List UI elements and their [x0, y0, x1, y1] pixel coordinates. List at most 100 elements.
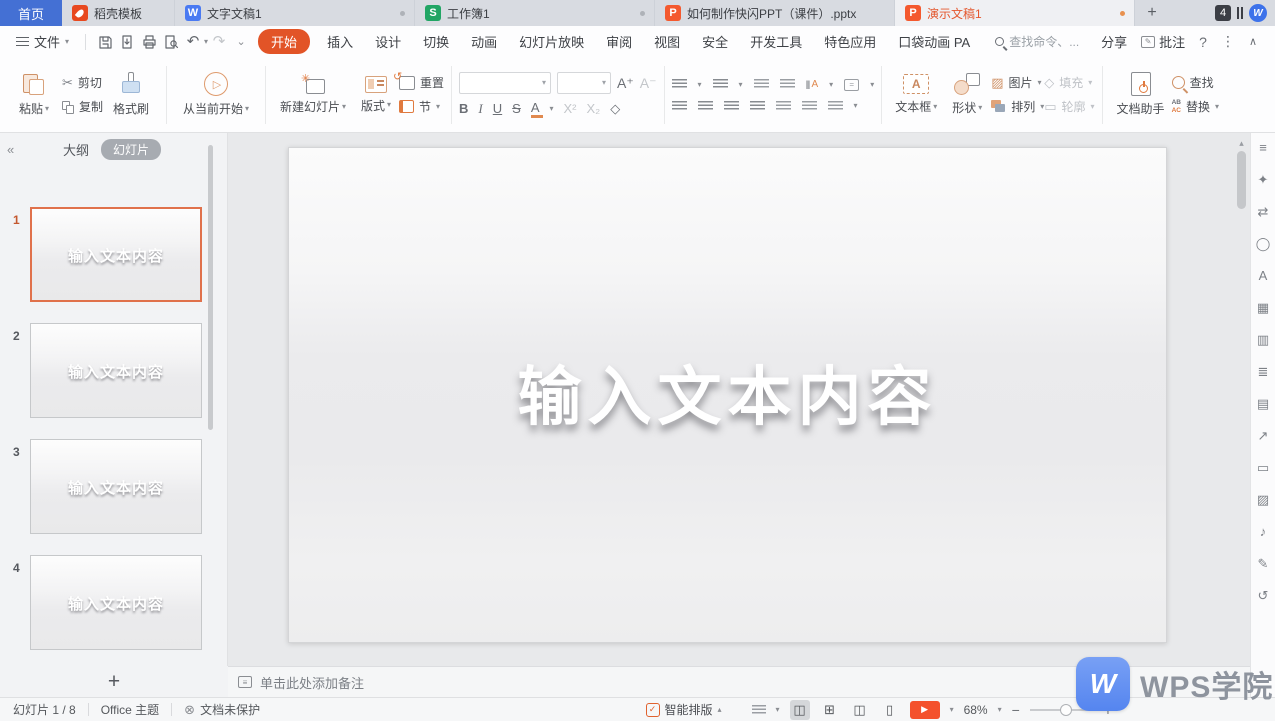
paste-button[interactable]: 粘贴▾	[6, 72, 62, 117]
italic-button[interactable]: I	[478, 101, 482, 117]
textbox-button[interactable]: A 文本框▾	[889, 74, 943, 115]
protection-status[interactable]: 文档未保护	[200, 701, 260, 718]
shrink-font-button[interactable]: A⁻	[640, 75, 657, 92]
underline-button[interactable]: U	[493, 101, 502, 116]
chevron-down-icon[interactable]: ▾	[739, 81, 743, 89]
align-left-button[interactable]	[672, 101, 687, 112]
menu-tab-insert[interactable]: 插入	[316, 32, 364, 51]
zoom-out-button[interactable]: −	[1012, 702, 1020, 718]
decrease-indent-button[interactable]	[754, 79, 769, 90]
menu-tab-review[interactable]: 审阅	[595, 32, 643, 51]
new-tab-button[interactable]: +	[1135, 0, 1169, 26]
layout-rail-icon[interactable]: ▦	[1257, 301, 1269, 314]
transition-icon[interactable]: ⇄	[1258, 205, 1269, 218]
canvas-scrollbar-thumb[interactable]	[1237, 151, 1246, 209]
bold-button[interactable]: B	[459, 101, 468, 116]
chevron-down-icon[interactable]: ▾	[829, 81, 833, 89]
output-button[interactable]	[116, 31, 138, 53]
help-button[interactable]: ?	[1199, 34, 1207, 50]
zoom-level[interactable]: 68%	[964, 703, 988, 717]
current-slide[interactable]: 输入文本内容	[288, 147, 1167, 643]
replace-button[interactable]: ABAC 替换 ▾	[1172, 98, 1219, 115]
format-painter-button[interactable]: 格式刷	[103, 72, 159, 117]
menu-tab-view[interactable]: 视图	[643, 32, 691, 51]
menu-tab-animation[interactable]: 动画	[460, 32, 508, 51]
line-spacing-button[interactable]	[802, 101, 817, 112]
bullets-button[interactable]	[672, 79, 687, 90]
menu-tab-design[interactable]: 设计	[364, 32, 412, 51]
menu-tab-transition[interactable]: 切换	[412, 32, 460, 51]
rail-menu-icon[interactable]: ≡	[1259, 141, 1267, 154]
font-size-select[interactable]: ▾	[557, 72, 611, 94]
shapes-rail-icon[interactable]: ◯	[1256, 237, 1271, 250]
outline-tab[interactable]: 大纲	[63, 140, 89, 159]
image-doc-icon[interactable]: ▤	[1257, 397, 1269, 410]
outline-button[interactable]: ▭ 轮廓 ▾	[1044, 98, 1094, 115]
menu-tab-home[interactable]: 开始	[258, 29, 310, 54]
new-slide-button[interactable]: ✳ 新建幻灯片▾	[273, 74, 353, 115]
customize-quickbar-button[interactable]: ⌄	[230, 31, 252, 53]
command-search-input[interactable]	[1009, 35, 1095, 49]
tab-count-badge[interactable]: 4	[1215, 5, 1231, 21]
strikethrough-button[interactable]: S	[512, 101, 521, 116]
section-button[interactable]: 节 ▾	[399, 98, 444, 115]
find-button[interactable]: 查找	[1172, 74, 1219, 91]
collapse-ribbon-button[interactable]: ∧	[1249, 35, 1257, 48]
phone-remote-button[interactable]: ▯	[880, 700, 900, 720]
effects-icon[interactable]: ✦	[1258, 173, 1269, 186]
reset-slide-button[interactable]: 重置	[399, 74, 444, 91]
home-tab[interactable]: 首页	[0, 0, 62, 26]
collapse-panel-button[interactable]: «	[7, 142, 14, 157]
audio-icon[interactable]: ♪	[1260, 525, 1267, 538]
arrange-button[interactable]: 排列 ▾	[991, 98, 1044, 115]
picture-rail-icon[interactable]: ▨	[1257, 493, 1269, 506]
ink-icon[interactable]: ✎	[1258, 557, 1269, 570]
save-button[interactable]	[94, 31, 116, 53]
menu-tab-slideshow[interactable]: 幻灯片放映	[508, 32, 595, 51]
menu-tab-pocket-animation[interactable]: 口袋动画 PA	[887, 32, 981, 51]
align-right-button[interactable]	[724, 101, 739, 112]
zoom-slider-knob[interactable]	[1060, 704, 1072, 716]
fill-button[interactable]: ◇ 填充 ▾	[1044, 74, 1094, 91]
wps-logo-icon[interactable]: W	[1249, 4, 1267, 22]
more-menu-button[interactable]: ⋮	[1221, 33, 1235, 50]
increase-indent-button[interactable]	[780, 79, 795, 90]
tab-spreadsheet[interactable]: S 工作簿1	[415, 0, 655, 26]
menu-tab-security[interactable]: 安全	[691, 32, 739, 51]
comment-button[interactable]: ✎ 批注	[1141, 32, 1185, 51]
slides-tab[interactable]: 幻灯片	[101, 139, 161, 160]
picture-button[interactable]: ▨ 图片 ▾	[991, 74, 1044, 91]
tab-docer-templates[interactable]: 稻壳模板	[62, 0, 175, 26]
undo-button[interactable]: ↶	[182, 31, 204, 53]
text-anchor-button[interactable]: =	[844, 79, 859, 91]
shapes-button[interactable]: 形状▾	[943, 73, 991, 116]
tab-writer-doc[interactable]: W 文字文稿1	[175, 0, 415, 26]
normal-view-button[interactable]: ◫	[790, 700, 810, 720]
chevron-down-icon[interactable]: ▾	[870, 81, 874, 89]
text-direction-button[interactable]: ‖A	[806, 78, 819, 92]
numbering-button[interactable]	[713, 79, 728, 90]
redo-button[interactable]: ↷	[208, 31, 230, 53]
chevron-down-icon[interactable]: ▾	[998, 706, 1002, 714]
print-button[interactable]	[138, 31, 160, 53]
superscript-button[interactable]: X²	[564, 101, 577, 116]
slide-sorter-button[interactable]: ⊞	[820, 700, 840, 720]
tab-presentation1-active[interactable]: P 演示文稿1	[895, 0, 1135, 26]
subscript-button[interactable]: X₂	[587, 101, 601, 116]
slide-title-text[interactable]: 输入文本内容	[518, 346, 938, 438]
textbox-rail-icon[interactable]: ▭	[1257, 461, 1269, 474]
chart-icon[interactable]: ▥	[1257, 333, 1269, 346]
tab-pptx-file[interactable]: P 如何制作快闪PPT（课件）.pptx	[655, 0, 895, 26]
paragraph-spacing-button[interactable]	[828, 101, 843, 112]
menu-tab-special-apps[interactable]: 特色应用	[813, 32, 887, 51]
align-center-button[interactable]	[698, 101, 713, 112]
object-properties-icon[interactable]: ≣	[1258, 365, 1269, 378]
copy-button[interactable]: 复制	[62, 98, 103, 115]
slide-thumbnail-1[interactable]: 输入文本内容	[30, 207, 202, 302]
command-search[interactable]	[995, 35, 1095, 49]
history-icon[interactable]: ↺	[1258, 589, 1269, 602]
chevron-down-icon[interactable]: ▾	[550, 105, 554, 113]
chevron-down-icon[interactable]: ▾	[950, 706, 954, 714]
slideshow-play-button[interactable]: ▶	[910, 701, 940, 719]
print-preview-button[interactable]	[160, 31, 182, 53]
